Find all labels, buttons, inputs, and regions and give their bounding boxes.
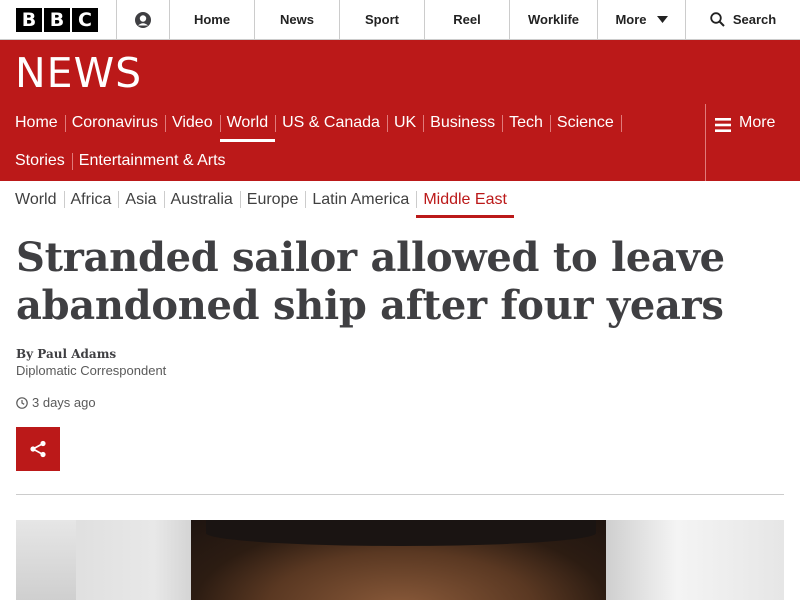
main-nav-business[interactable]: Business [423,104,502,142]
main-nav: Home Coronavirus Video World US & Canada… [0,104,800,181]
main-nav-tech[interactable]: Tech [502,104,550,142]
article-hero-image [16,520,784,600]
topnav-worklife[interactable]: Worklife [510,0,598,39]
sub-nav-world[interactable]: World [8,181,64,218]
bbc-logo-letter: B [16,7,42,32]
main-nav-coronavirus[interactable]: Coronavirus [64,104,165,142]
bbc-logo-letter: C [72,7,98,32]
bbc-global-bar: B B C Home News Sport Reel Worklife More… [0,0,800,40]
topnav-news[interactable]: News [255,0,340,39]
news-logo[interactable]: NEWS [15,49,142,97]
main-nav-home[interactable]: Home [8,104,65,142]
section-divider [16,494,784,495]
topnav-more-button[interactable]: More [598,0,686,39]
bbc-logo[interactable]: B B C [0,0,117,39]
main-nav-row: Home Coronavirus Video World US & Canada… [8,104,622,142]
sub-nav-australia[interactable]: Australia [163,181,240,218]
clock-icon [16,396,28,409]
sub-nav-africa[interactable]: Africa [63,181,119,218]
sub-nav-asia[interactable]: Asia [118,181,163,218]
image-background [606,520,784,600]
account-button[interactable] [117,0,170,39]
article-headline: Stranded sailor allowed to leave abandon… [16,234,725,329]
search-icon [710,12,725,27]
account-icon [135,11,151,28]
main-nav-world[interactable]: World [219,104,276,142]
search-label: Search [732,12,777,27]
news-banner: NEWS [0,40,800,104]
search-button[interactable]: Search [686,0,800,39]
main-nav-entertainment-arts[interactable]: Entertainment & Arts [71,142,233,180]
main-nav-row: Stories Entertainment & Arts [8,142,233,180]
main-nav-more-button[interactable]: More [705,104,800,181]
byline-role: Diplomatic Correspondent [16,363,167,378]
timestamp-text: 3 days ago [32,395,96,410]
sub-nav-middle-east[interactable]: Middle East [416,181,514,218]
main-nav-uk[interactable]: UK [386,104,423,142]
topnav-reel[interactable]: Reel [425,0,510,39]
main-nav-video[interactable]: Video [164,104,220,142]
topnav-more-label: More [615,12,647,27]
share-button[interactable] [16,427,60,471]
topnav-home[interactable]: Home [170,0,255,39]
main-nav-more-label: More [739,114,776,131]
share-icon [30,440,46,458]
main-nav-science[interactable]: Science [549,104,622,142]
image-subject-hair [206,520,596,546]
chevron-down-icon [656,15,668,23]
image-background [16,520,76,600]
main-nav-stories[interactable]: Stories [8,142,72,180]
article-timestamp: 3 days ago [16,395,96,410]
sub-nav: World Africa Asia Australia Europe Latin… [8,181,514,218]
byline-author: By Paul Adams [16,347,117,361]
topnav-sport[interactable]: Sport [340,0,425,39]
sub-nav-latin-america[interactable]: Latin America [305,181,416,218]
main-nav-us-canada[interactable]: US & Canada [275,104,387,142]
sub-nav-europe[interactable]: Europe [239,181,306,218]
bbc-logo-letter: B [44,7,70,32]
hamburger-menu-icon [715,118,731,132]
